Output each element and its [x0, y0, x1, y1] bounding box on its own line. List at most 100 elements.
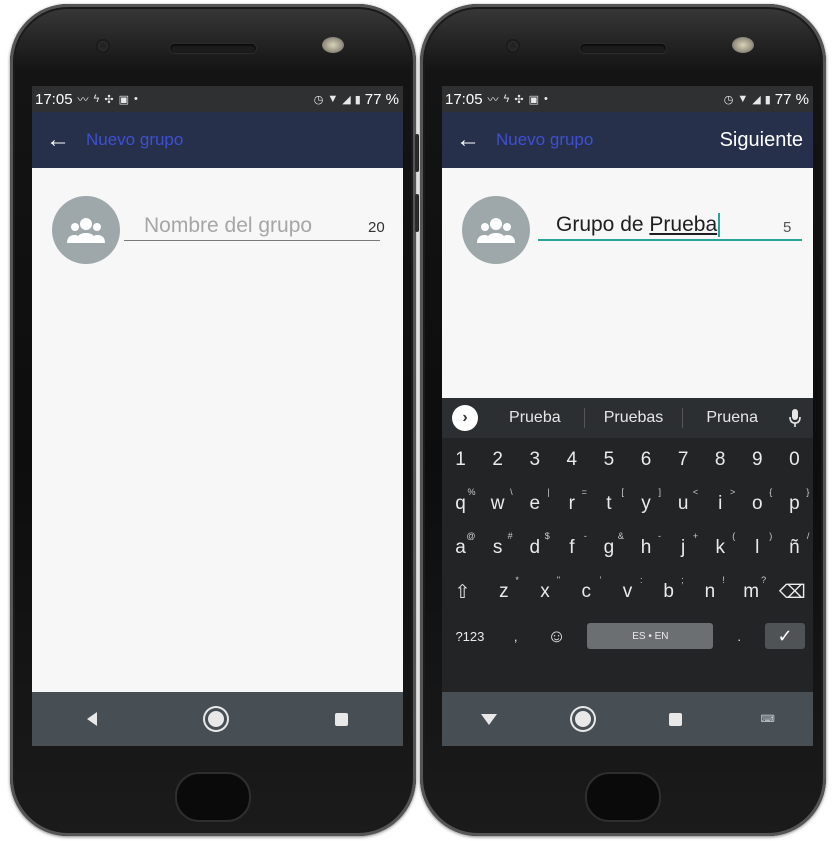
key-letter-alt-symbol: ! [722, 575, 725, 585]
key-number[interactable]: 7 [668, 449, 698, 471]
group-avatar[interactable] [52, 196, 120, 264]
key-letter-label: f [569, 537, 575, 558]
key-letter[interactable]: e | [520, 487, 549, 515]
key-letter[interactable]: k( [705, 531, 735, 559]
key-letter-alt-symbol: # [507, 531, 513, 541]
comma-key[interactable]: , [506, 629, 526, 644]
key-number[interactable]: 6 [631, 449, 661, 471]
key-letter-alt-symbol: \ [510, 487, 513, 497]
key-number[interactable]: 8 [705, 449, 735, 471]
system-nav-bar: ⌨ [442, 692, 813, 746]
key-number[interactable]: 0 [779, 449, 809, 471]
key-letter-label: y [641, 493, 651, 514]
nav-recents-icon[interactable] [334, 712, 348, 726]
key-letter[interactable]: w \ [483, 487, 513, 515]
suggestion-3[interactable]: Pruena [683, 409, 781, 427]
key-number-label: 0 [789, 449, 800, 470]
key-letter[interactable]: q% [446, 487, 475, 515]
key-letter[interactable]: c ' [571, 575, 602, 603]
phone-right: 17:05 〰 ϟ ✣ ▣ • ◷ ▼ ◢ ▮ 77 % ← Nuevo gru… [420, 4, 826, 836]
battery-percent: 77 % [364, 90, 399, 108]
letter-row-3: ⇧ z * x " c ' v: b; n! m? ⌫ [442, 570, 813, 614]
key-letter[interactable]: f- [557, 531, 587, 559]
key-letter[interactable]: j + [668, 531, 698, 559]
backspace-key[interactable]: ⌫ [777, 581, 807, 604]
key-number[interactable]: 4 [557, 449, 587, 471]
page-title: Nuevo grupo [86, 130, 184, 149]
key-letter[interactable]: a @ [446, 531, 475, 559]
period-key[interactable]: . [729, 629, 749, 644]
key-letter[interactable]: ñ / [779, 531, 809, 559]
camera-flash [322, 37, 344, 53]
status-bar: 17:05 〰 ϟ ✣ ▣ • ◷ ▼ ◢ ▮ 77 % [442, 86, 813, 112]
key-letter[interactable]: o{ [742, 487, 772, 515]
enter-checkmark-key[interactable]: ✓ [765, 623, 806, 649]
key-letter[interactable]: b; [654, 575, 683, 603]
key-letter[interactable]: u < [668, 487, 698, 515]
group-name-input[interactable]: Nombre del grupo [124, 211, 380, 241]
text-cursor [718, 213, 721, 237]
key-letter[interactable]: z * [489, 575, 519, 603]
page-title: Nuevo grupo [496, 130, 594, 149]
key-letter-label: o [752, 493, 763, 514]
suggestion-2[interactable]: Pruebas [585, 409, 683, 427]
key-number[interactable]: 1 [446, 449, 476, 471]
status-bar: 17:05 〰 ϟ ✣ ▣ • ◷ ▼ ◢ ▮ 77 % [32, 86, 403, 112]
microphone-icon[interactable] [789, 409, 801, 427]
key-letter[interactable]: d $ [520, 531, 549, 559]
back-arrow-icon[interactable]: ← [446, 126, 490, 154]
group-icon [477, 218, 515, 243]
front-camera [98, 41, 108, 51]
key-letter[interactable]: l) [742, 531, 772, 559]
key-letter-alt-symbol: < [692, 487, 699, 497]
nav-home-icon[interactable] [575, 711, 592, 727]
key-letter[interactable]: g & [594, 531, 624, 559]
key-letter-alt-symbol: % [467, 487, 476, 497]
key-letter[interactable]: t[ [594, 487, 624, 515]
key-letter[interactable]: p} [779, 487, 809, 515]
key-number[interactable]: 9 [742, 449, 772, 471]
key-letter[interactable]: r = [557, 487, 587, 515]
key-letter[interactable]: i > [705, 487, 735, 515]
key-letter-alt-symbol: [ [621, 487, 624, 497]
symbols-key[interactable]: ?123 [450, 629, 490, 644]
group-avatar[interactable] [462, 196, 530, 264]
shift-key[interactable]: ⇧ [448, 581, 478, 604]
key-letter[interactable]: x " [530, 575, 560, 603]
key-letter-label: k [715, 537, 725, 558]
key-number-label: 6 [640, 449, 652, 470]
key-letter[interactable]: v: [612, 575, 643, 603]
emoji-icon[interactable]: ☺ [542, 626, 572, 647]
chevron-right-icon[interactable]: › [452, 405, 478, 431]
hide-keyboard-icon[interactable] [481, 713, 498, 725]
key-letter-alt-symbol: " [556, 575, 561, 585]
battery-icon: ▮ [354, 93, 361, 106]
nav-recents-icon[interactable] [669, 712, 683, 726]
key-letter-label: b [663, 581, 674, 602]
keyboard-bottom-row: ?123 , ☺ ES • EN . ✓ [442, 614, 813, 658]
key-number[interactable]: 2 [483, 449, 513, 471]
key-letter-alt-symbol: { [769, 487, 773, 497]
key-letter-alt-symbol: > [729, 487, 736, 497]
key-letter[interactable]: n! [695, 575, 725, 603]
key-letter[interactable]: m? [736, 575, 766, 603]
key-number[interactable]: 5 [594, 449, 624, 471]
nav-back-icon[interactable] [87, 712, 98, 726]
key-letter[interactable]: h- [631, 531, 661, 559]
key-letter[interactable]: y] [631, 487, 661, 515]
letter-row-1: q% w \ e | r = t[y] u < i > o{p} [442, 482, 813, 526]
space-bar[interactable]: ES • EN [587, 623, 714, 649]
key-letter[interactable]: s # [483, 531, 513, 559]
group-name-input[interactable]: Grupo de Prueba [538, 211, 802, 241]
notification-icon: ϟ [503, 93, 510, 105]
nav-home-icon[interactable] [207, 711, 224, 727]
key-number-label: 8 [714, 449, 726, 470]
next-button[interactable]: Siguiente [720, 129, 803, 152]
suggestion-1[interactable]: Prueba [486, 409, 584, 427]
key-letter-label: q [455, 493, 466, 514]
key-number[interactable]: 3 [520, 449, 550, 471]
key-number-label: 7 [677, 449, 689, 470]
keyboard-switch-icon[interactable]: ⌨ [760, 714, 774, 725]
alarm-icon: ◷ [313, 93, 324, 106]
back-arrow-icon[interactable]: ← [36, 126, 80, 154]
